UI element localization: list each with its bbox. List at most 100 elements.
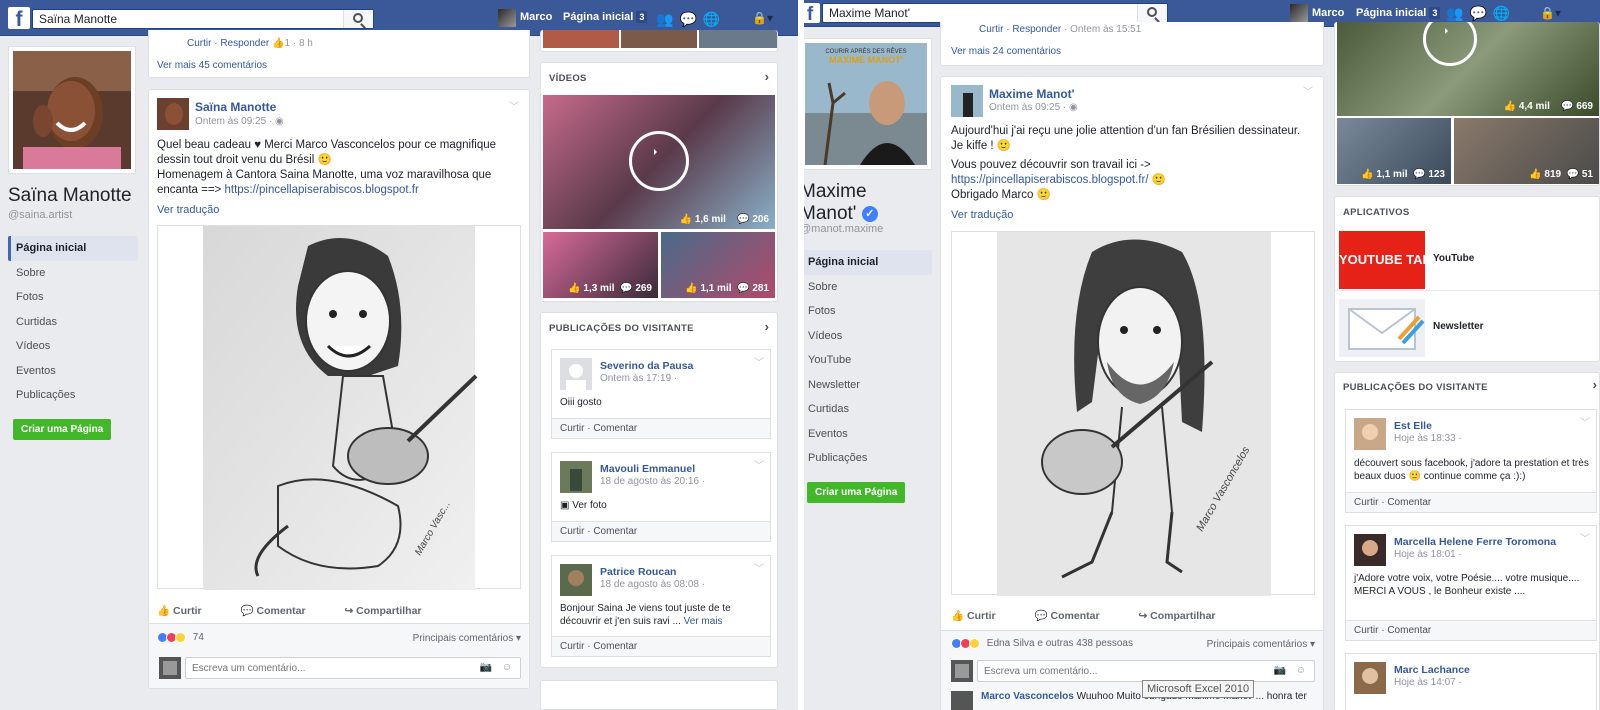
visitor-posts-title[interactable]: PUBLICAÇÕES DO VISITANTE	[549, 323, 694, 334]
reactions-summary[interactable]: 74	[157, 632, 204, 643]
play-icon[interactable]	[1423, 22, 1477, 66]
video-thumb-3[interactable]: 👍 1,1 mil 💬 281	[661, 232, 775, 298]
create-page-button[interactable]: Criar uma Página	[807, 482, 906, 503]
reactions-summary[interactable]: Edna Silva e outras 438 pessoas	[951, 638, 1133, 649]
post-time[interactable]: Ontem às 09:25 · ◉	[989, 102, 1078, 113]
videos-arrow-icon[interactable]: ›	[765, 69, 769, 84]
sidebar-item-p-gina-inicial[interactable]: Página inicial	[8, 236, 138, 261]
see-photo-link[interactable]: ▣ Ver foto	[560, 499, 607, 512]
post-drawing-image[interactable]: Marco Vasc...	[157, 225, 521, 590]
search-box[interactable]	[32, 9, 374, 29]
visitor-name[interactable]: Mavouli Emmanuel	[600, 463, 695, 475]
emoji-icon[interactable]: ☺	[1296, 665, 1306, 676]
visitor-avatar[interactable]	[1354, 534, 1386, 566]
comment-input-box[interactable]: 📷 ☺	[185, 657, 521, 679]
search-box[interactable]	[822, 3, 1168, 23]
messages-icon[interactable]: 💬	[1469, 5, 1492, 21]
prev-comment-actions[interactable]: Curtir · Responder	[187, 38, 269, 49]
settings-menu-icon[interactable]: 🔒▾	[1540, 6, 1561, 20]
sidebar-item-sobre[interactable]: Sobre	[8, 261, 138, 286]
post-drawing-image[interactable]: Marco Vasconcelos	[951, 231, 1315, 596]
visitor-avatar[interactable]	[1354, 418, 1386, 450]
nav-user-name[interactable]: Marco	[1312, 7, 1344, 19]
camera-icon[interactable]: 📷	[1274, 665, 1286, 676]
main-video-thumb[interactable]: 👍 1,6 mil 💬 206	[543, 95, 775, 229]
post-options-chevron-icon[interactable]: ﹀	[509, 98, 519, 113]
comment-author-avatar[interactable]	[951, 691, 973, 710]
sidebar-item-eventos[interactable]: Eventos	[804, 422, 932, 447]
comment-author[interactable]: Marco Vasconcelos	[981, 691, 1074, 702]
visitor-chevron-icon[interactable]: ﹀	[754, 560, 764, 575]
more-comments-link[interactable]: Ver mais 45 comentários	[157, 60, 267, 71]
page-handle[interactable]: @manot.maxime	[804, 223, 883, 235]
visitor-time[interactable]: Hoje às 14:07 ·	[1394, 677, 1462, 688]
share-button[interactable]: ↪ Compartilhar	[344, 605, 421, 617]
nav-user-name[interactable]: Marco	[520, 11, 552, 23]
photo-thumb[interactable]	[699, 30, 777, 48]
facebook-logo-icon[interactable]: f	[804, 3, 820, 23]
search-button[interactable]	[343, 10, 373, 28]
friend-requests-icon[interactable]: 👥	[656, 11, 679, 27]
visitor-post-actions[interactable]: Curtir · Comentar	[1346, 620, 1596, 640]
sidebar-item-publica-es[interactable]: Publicações	[8, 383, 138, 408]
visitor-time[interactable]: Hoje às 18:33 ·	[1394, 433, 1462, 444]
visitor-posts-arrow-icon[interactable]: ›	[1593, 377, 1597, 392]
page-handle[interactable]: @saina.artist	[8, 209, 72, 221]
visitor-name[interactable]: Est Elle	[1394, 420, 1432, 432]
visitor-posts-title[interactable]: PUBLICAÇÕES DO VISITANTE	[1343, 382, 1488, 393]
sidebar-item-curtidas[interactable]: Curtidas	[8, 310, 138, 335]
video-thumb-2[interactable]: 👍 1,1 mil 💬 123	[1337, 118, 1451, 184]
like-button[interactable]: 👍 Curtir	[951, 610, 996, 622]
post-author[interactable]: Saïna Manotte	[195, 100, 276, 114]
visitor-time[interactable]: Ontem às 17:19 ·	[600, 373, 677, 384]
post-link[interactable]: https://pincellapiserabiscos.blogspot.fr…	[951, 174, 1149, 186]
post-time[interactable]: Ontem às 09:25 · ◉	[195, 116, 284, 127]
see-more-link[interactable]: Ver mais	[684, 616, 723, 627]
post-author[interactable]: Maxime Manot'	[989, 87, 1075, 101]
translate-link[interactable]: Ver tradução	[951, 209, 1013, 221]
top-comments-dropdown[interactable]: Principais comentários ▾	[1207, 639, 1315, 650]
visitor-name[interactable]: Severino da Pausa	[600, 360, 693, 372]
visitor-avatar[interactable]	[560, 358, 592, 390]
visitor-chevron-icon[interactable]: ﹀	[754, 354, 764, 369]
user-avatar[interactable]	[1290, 4, 1308, 22]
sidebar-item-p-gina-inicial[interactable]: Página inicial	[804, 250, 932, 275]
sidebar-item-fotos[interactable]: Fotos	[8, 285, 138, 310]
camera-icon[interactable]: 📷	[480, 662, 492, 673]
app-youtube[interactable]: YOUTUBE TAB YouTube	[1335, 227, 1599, 291]
create-page-button[interactable]: Criar uma Página	[13, 419, 112, 440]
nav-home-link[interactable]: Página inicial 3	[1356, 7, 1441, 19]
sidebar-item-v-deos[interactable]: Vídeos	[804, 324, 932, 349]
visitor-name[interactable]: Marc Lachance	[1394, 664, 1470, 676]
notifications-globe-icon[interactable]: 🌐	[703, 11, 726, 27]
comment-button[interactable]: 💬 Comentar	[241, 605, 306, 617]
sidebar-item-fotos[interactable]: Fotos	[804, 299, 932, 324]
facebook-logo-icon[interactable]: f	[8, 7, 30, 29]
comment-input[interactable]	[978, 661, 1247, 681]
emoji-icon[interactable]: ☺	[502, 662, 512, 673]
visitor-post-actions[interactable]: Curtir · Comentar	[552, 521, 770, 541]
settings-menu-icon[interactable]: 🔒▾	[752, 11, 773, 25]
visitor-post-actions[interactable]: Curtir · Comentar	[552, 418, 770, 438]
visitor-name[interactable]: Marcella Helene Ferre Toromona	[1394, 536, 1556, 548]
play-icon[interactable]	[629, 131, 689, 191]
visitor-avatar[interactable]	[560, 564, 592, 596]
photo-thumb[interactable]	[543, 30, 619, 48]
visitor-chevron-icon[interactable]: ﹀	[1580, 414, 1590, 429]
visitor-post-actions[interactable]: Curtir · Comentar	[552, 636, 770, 656]
visitor-post-actions[interactable]: Curtir · Comentar	[1346, 492, 1596, 512]
video-thumb-3[interactable]: 👍 819 💬 51	[1454, 118, 1599, 184]
sidebar-item-eventos[interactable]: Eventos	[8, 359, 138, 384]
sidebar-item-newsletter[interactable]: Newsletter	[804, 373, 932, 398]
translate-link[interactable]: Ver tradução	[157, 204, 219, 216]
visitor-avatar[interactable]	[560, 461, 592, 493]
visitor-time[interactable]: 18 de agosto às 08:08 ·	[600, 579, 705, 590]
videos-title[interactable]: VÍDEOS	[549, 73, 587, 84]
app-newsletter[interactable]: Newsletter	[1335, 295, 1599, 359]
post-link[interactable]: https://pincellapiserabiscos.blogspot.fr	[224, 184, 418, 196]
share-button[interactable]: ↪ Compartilhar	[1138, 610, 1215, 622]
comment-input-box[interactable]: 📷 ☺	[977, 660, 1315, 682]
profile-picture[interactable]: COURIR APRÈS DES RÊVES MAXIME MANOT'	[804, 38, 932, 170]
apps-title[interactable]: APLICATIVOS	[1343, 207, 1409, 218]
sidebar-item-sobre[interactable]: Sobre	[804, 275, 932, 300]
